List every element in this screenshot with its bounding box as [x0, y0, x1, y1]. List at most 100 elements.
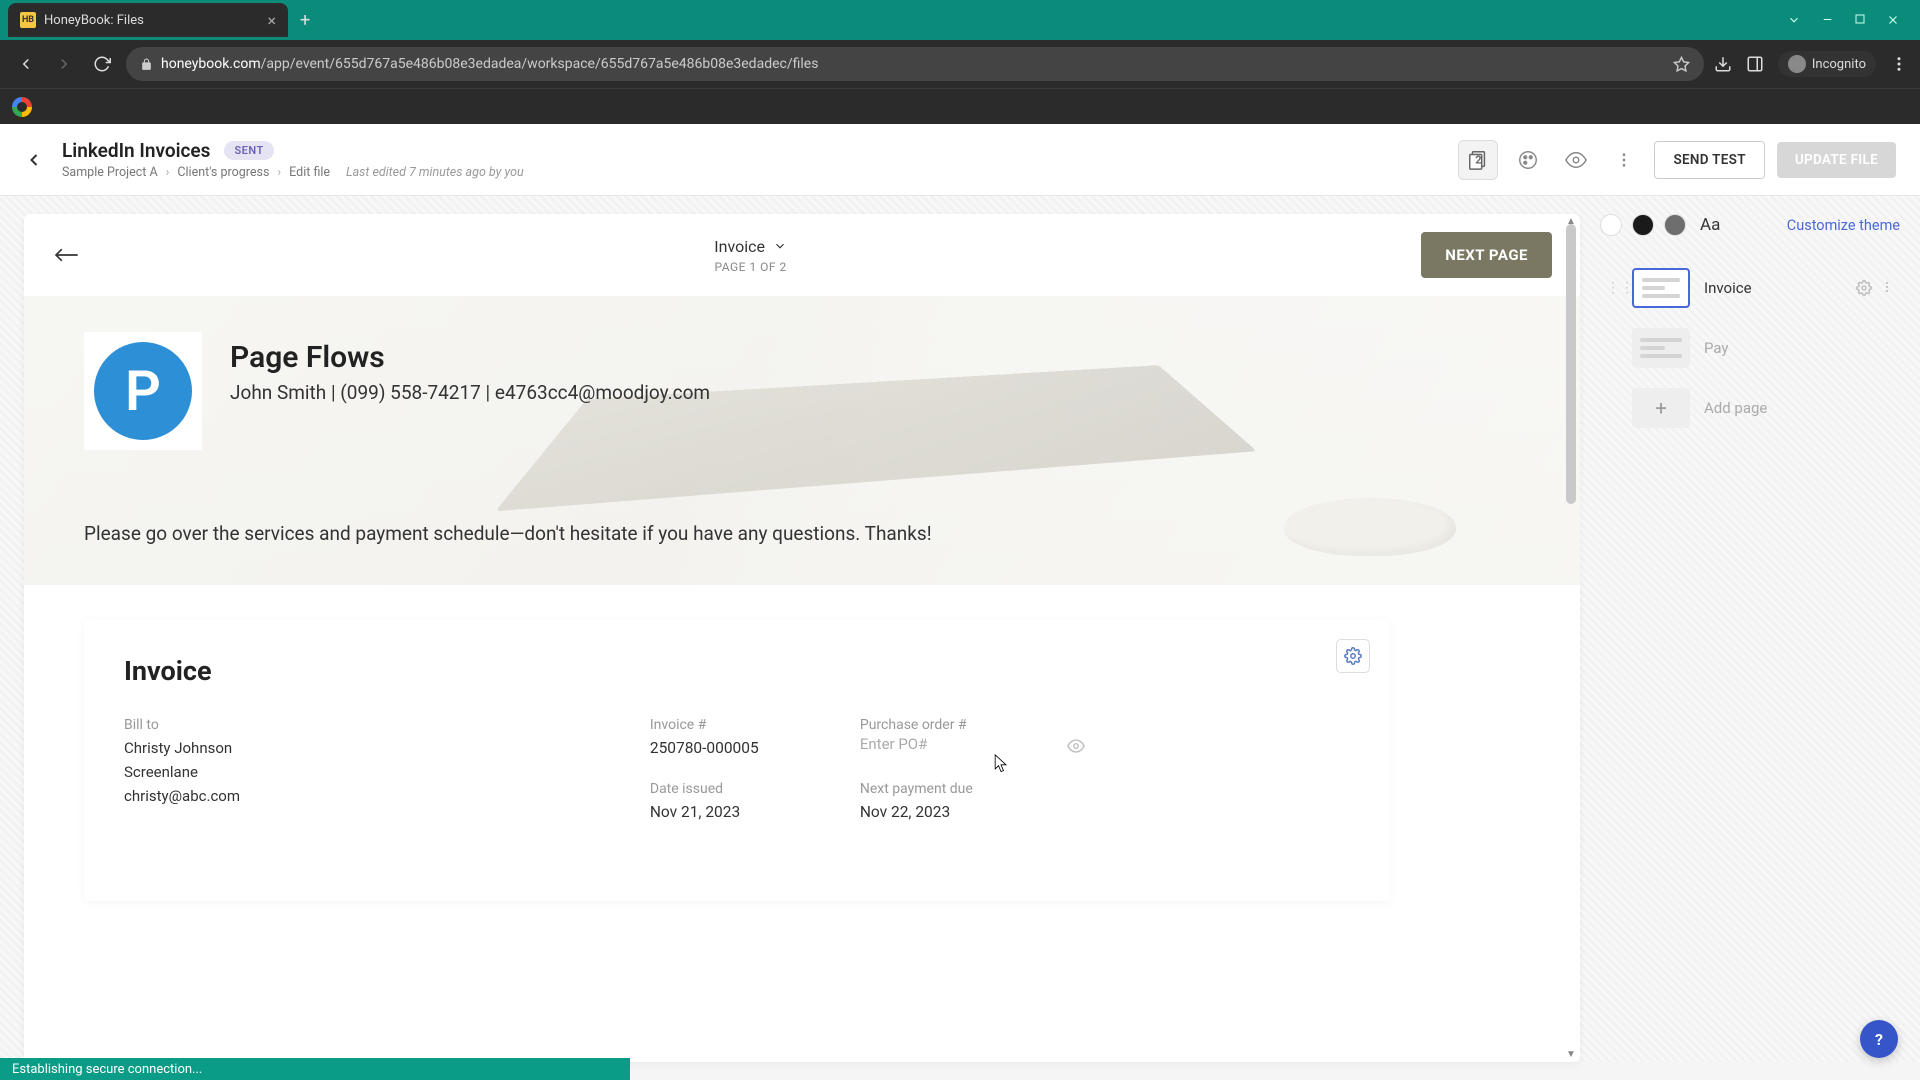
header-info: LinkedIn Invoices SENT Sample Project A …: [62, 139, 1458, 180]
lock-icon: [140, 58, 153, 71]
canvas-column: Invoice PAGE 1 OF 2 NEXT PAGE P Page Flo…: [0, 196, 1580, 1062]
browser-tab[interactable]: HB HoneyBook: Files ×: [8, 3, 288, 37]
intro-message[interactable]: Please go over the services and payment …: [84, 522, 1520, 545]
invoice-title: Invoice: [124, 655, 1350, 687]
breadcrumb: Sample Project A › Client's progress › E…: [62, 165, 1458, 180]
breadcrumb-item[interactable]: Client's progress: [177, 165, 269, 180]
invoice-settings-button[interactable]: [1336, 639, 1370, 673]
breadcrumb-item[interactable]: Edit file: [289, 165, 330, 180]
bill-to-name: Christy Johnson: [124, 739, 590, 757]
header-block[interactable]: P Page Flows John Smith | (099) 558-7421…: [24, 296, 1580, 585]
page-list-item-pay[interactable]: ⋮⋮ Pay: [1600, 318, 1900, 378]
document-canvas: Invoice PAGE 1 OF 2 NEXT PAGE P Page Flo…: [24, 214, 1580, 1062]
invoice-number: 250780-000005: [650, 739, 810, 757]
page-count-badge: 2: [1475, 153, 1481, 166]
canvas-scrollbar[interactable]: ▲ ▼: [1564, 218, 1578, 1058]
incognito-label: Incognito: [1812, 57, 1866, 72]
send-test-button[interactable]: SEND TEST: [1654, 141, 1764, 179]
sidepanel-icon[interactable]: [1746, 55, 1764, 73]
reload-button[interactable]: [88, 50, 116, 78]
preview-button[interactable]: [1558, 142, 1594, 178]
browser-actions: Incognito: [1714, 51, 1908, 77]
browser-status-bar: Establishing secure connection...: [0, 1058, 630, 1080]
page-more-icon[interactable]: [1880, 280, 1894, 296]
customize-theme-link[interactable]: Customize theme: [1787, 217, 1900, 234]
add-page-label: Add page: [1704, 399, 1767, 417]
window-controls: [1787, 13, 1920, 27]
app-header: LinkedIn Invoices SENT Sample Project A …: [0, 124, 1920, 196]
help-button[interactable]: ?: [1860, 1020, 1898, 1058]
main-area: Invoice PAGE 1 OF 2 NEXT PAGE P Page Flo…: [0, 196, 1920, 1062]
scroll-down-icon[interactable]: ▼: [1566, 1049, 1576, 1060]
page-selector: Invoice PAGE 1 OF 2: [80, 237, 1421, 274]
canvas-topbar: Invoice PAGE 1 OF 2 NEXT PAGE: [24, 214, 1580, 296]
bookmarks-bar: [0, 88, 1920, 124]
page-counter: PAGE 1 OF 2: [80, 260, 1421, 274]
page-settings-icon[interactable]: [1856, 280, 1872, 296]
close-icon[interactable]: ×: [267, 11, 276, 30]
back-button[interactable]: [12, 50, 40, 78]
breadcrumb-item[interactable]: Sample Project A: [62, 165, 158, 180]
update-file-button[interactable]: UPDATE FILE: [1777, 142, 1896, 178]
bill-to-company: Screenlane: [124, 763, 590, 781]
new-tab-button[interactable]: +: [300, 10, 310, 31]
invoice-block[interactable]: Invoice Bill to Christy Johnson Screenla…: [84, 619, 1390, 901]
tab-title: HoneyBook: Files: [44, 13, 267, 28]
po-label: Purchase order #: [860, 717, 1059, 733]
bill-to-email: christy@abc.com: [124, 787, 590, 805]
bookmark-icon[interactable]: [1673, 56, 1690, 73]
canvas-back-button[interactable]: [52, 245, 80, 265]
page-thumbnail: [1632, 268, 1690, 308]
company-name[interactable]: Page Flows: [230, 340, 710, 375]
date-issued-label: Date issued: [650, 781, 810, 797]
maximize-icon[interactable]: [1854, 13, 1866, 27]
downloads-icon[interactable]: [1714, 55, 1732, 73]
window-close-icon[interactable]: [1886, 13, 1900, 27]
pages-panel-button[interactable]: 2: [1458, 140, 1498, 180]
app-back-button[interactable]: [24, 150, 44, 170]
page-thumbnail: [1632, 328, 1690, 368]
header-actions: 2 SEND TEST UPDATE FILE: [1458, 140, 1896, 180]
theme-swatch-dark[interactable]: [1632, 214, 1654, 236]
font-button[interactable]: Aa: [1700, 215, 1720, 235]
forward-button[interactable]: [50, 50, 78, 78]
theme-button[interactable]: [1510, 142, 1546, 178]
bill-to-label: Bill to: [124, 717, 590, 733]
logo-letter: P: [94, 342, 192, 440]
more-menu-button[interactable]: [1606, 142, 1642, 178]
status-badge: SENT: [224, 141, 273, 160]
url-domain: honeybook.com: [161, 56, 261, 72]
date-issued: Nov 21, 2023: [650, 803, 810, 821]
right-sidebar: Aa Customize theme ⋮⋮ Invoice ⋮⋮ Pay + A…: [1580, 196, 1920, 1062]
page-select-label: Invoice: [714, 237, 765, 256]
page-label: Pay: [1704, 339, 1894, 357]
chevron-right-icon: ›: [166, 165, 170, 180]
chevron-down-icon: [773, 239, 787, 253]
page-label: Invoice: [1704, 279, 1842, 297]
scroll-thumb[interactable]: [1566, 224, 1576, 504]
next-page-button[interactable]: NEXT PAGE: [1421, 232, 1552, 278]
company-logo[interactable]: P: [84, 332, 202, 450]
drag-handle-icon[interactable]: ⋮⋮: [1606, 280, 1618, 296]
file-title[interactable]: LinkedIn Invoices: [62, 139, 210, 162]
theme-swatch-grey[interactable]: [1664, 214, 1686, 236]
google-bookmark-icon[interactable]: [12, 97, 32, 117]
page-select-dropdown[interactable]: Invoice: [714, 237, 787, 256]
incognito-icon: [1788, 55, 1806, 73]
page-list-item-invoice[interactable]: ⋮⋮ Invoice: [1600, 258, 1900, 318]
last-edited-text: Last edited 7 minutes ago by you: [346, 165, 524, 180]
menu-icon[interactable]: [1890, 55, 1908, 73]
company-contact[interactable]: John Smith | (099) 558-74217 | e4763cc4@…: [230, 381, 710, 404]
theme-swatch-light[interactable]: [1600, 214, 1622, 236]
add-page-button[interactable]: + Add page: [1600, 378, 1900, 438]
invoice-number-label: Invoice #: [650, 717, 810, 733]
po-input[interactable]: [860, 733, 1059, 755]
chevron-right-icon: ›: [277, 165, 281, 180]
minimize-icon[interactable]: [1821, 13, 1834, 27]
theme-row: Aa Customize theme: [1600, 214, 1900, 236]
incognito-badge[interactable]: Incognito: [1778, 51, 1876, 77]
visibility-toggle-icon[interactable]: [1067, 737, 1085, 755]
next-payment: Nov 22, 2023: [860, 803, 1020, 821]
address-bar[interactable]: honeybook.com/app/event/655d767a5e486b08…: [126, 47, 1704, 81]
tab-dropdown-icon[interactable]: [1787, 13, 1801, 27]
